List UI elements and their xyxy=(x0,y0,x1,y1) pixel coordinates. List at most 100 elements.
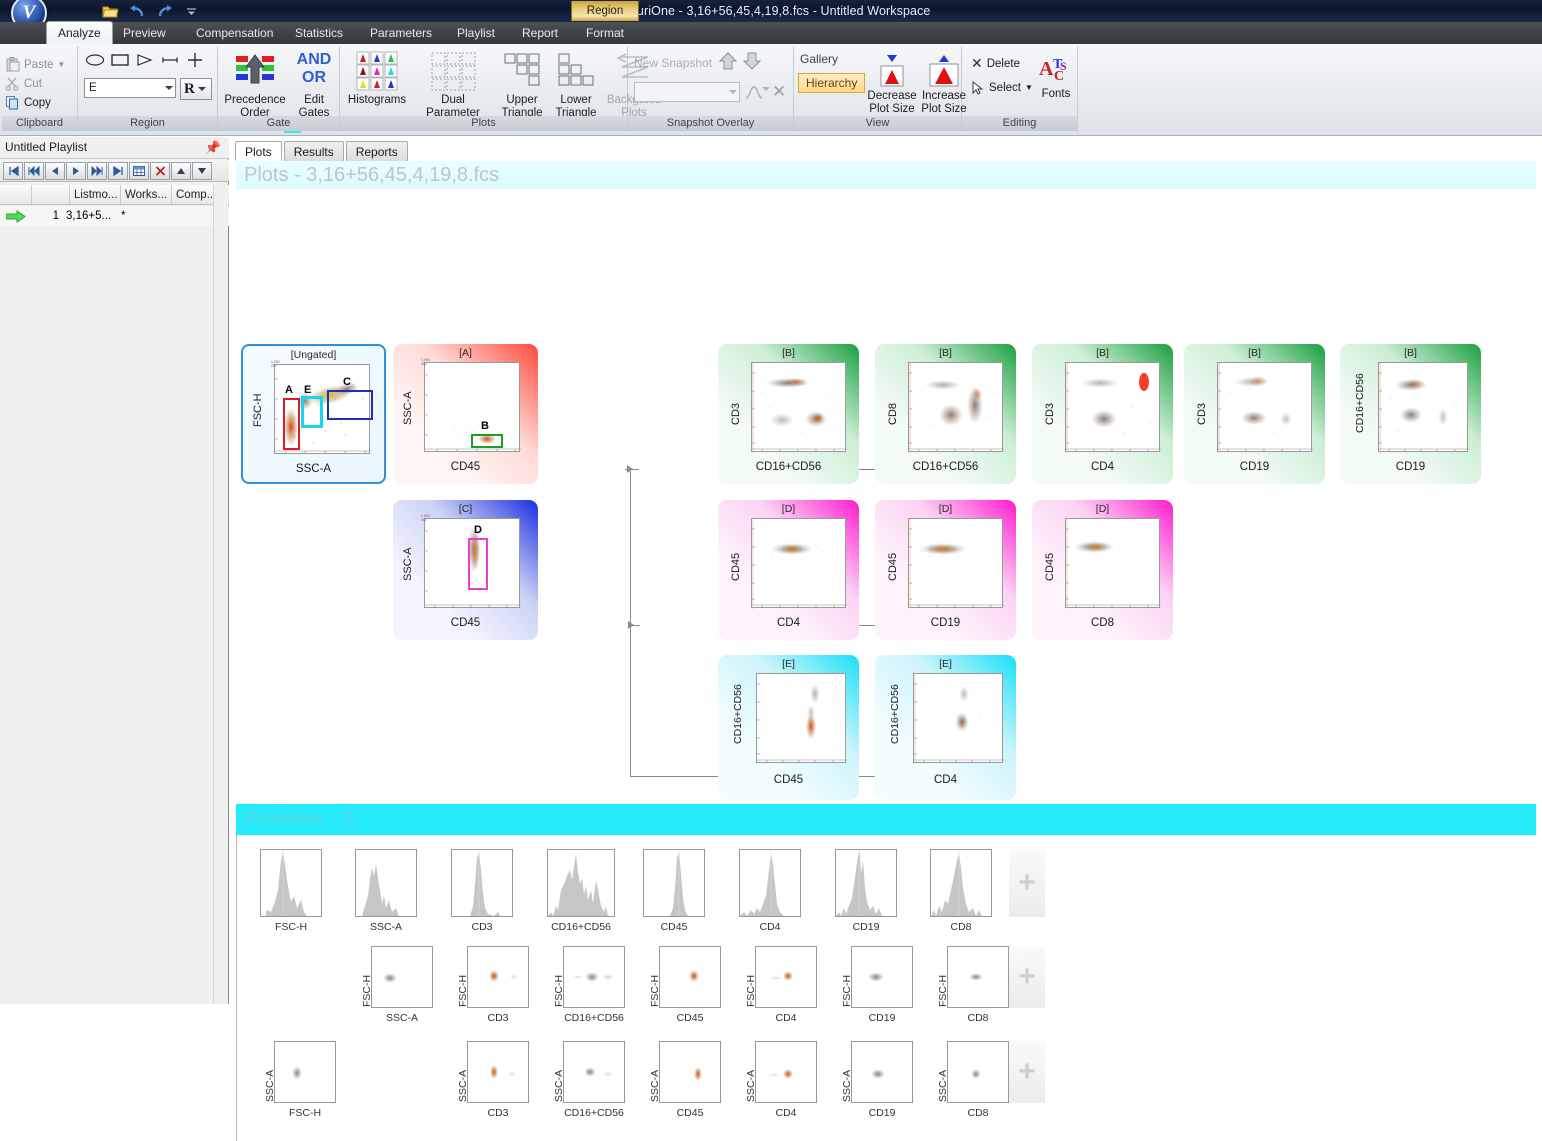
quadrant-region-icon[interactable] xyxy=(184,50,206,70)
column-header-indicator[interactable] xyxy=(0,185,32,204)
prev-record-button[interactable] xyxy=(45,161,65,180)
tab-analyze[interactable]: Analyze xyxy=(46,21,113,44)
preview-scatter-ssca-cd19[interactable]: SSC-A CD19 xyxy=(837,1041,913,1133)
preview-scatter-ssca-cd3[interactable]: SSC-A CD3 xyxy=(453,1041,529,1133)
tab-playlist[interactable]: Playlist xyxy=(446,22,506,44)
rectangle-region-icon[interactable] xyxy=(109,50,131,70)
fonts-button[interactable]: A T S C Fonts xyxy=(1036,50,1076,101)
cut-button[interactable]: Cut xyxy=(2,74,77,93)
dual-parameter-button[interactable]: Dual Parameter xyxy=(414,48,492,119)
plot-card-d2[interactable]: [D] CD45 CD19 xyxy=(875,500,1016,640)
plot-card-b5[interactable]: [B] CD16+CD56 CD19 xyxy=(1340,344,1481,484)
plot-card-e2[interactable]: [E] CD16+CD56 CD4 xyxy=(875,655,1016,800)
preview-histogram-fsch[interactable]: FSC-H xyxy=(260,849,322,939)
delete-row-button[interactable] xyxy=(150,161,170,180)
precedence-order-button[interactable]: Precedence Order xyxy=(222,50,288,119)
polygon-region-icon[interactable] xyxy=(134,50,156,70)
paste-button[interactable]: Paste ▼ xyxy=(2,55,77,74)
column-header-workspace[interactable]: Works... xyxy=(121,185,172,204)
gate-region-e[interactable] xyxy=(301,396,323,428)
last-record-button[interactable] xyxy=(108,161,128,180)
tab-statistics[interactable]: Statistics xyxy=(284,22,354,44)
column-header-index[interactable] xyxy=(32,185,70,204)
preview-histogram-cd8[interactable]: CD8 xyxy=(930,849,992,939)
snapshot-down-button[interactable] xyxy=(742,51,762,74)
region-select[interactable]: E xyxy=(84,78,176,98)
preview-scatter-fsch-cd16cd56[interactable]: FSC-H CD16+CD56 xyxy=(549,946,625,1038)
preview-scatter-ssca-cd16cd56[interactable]: SSC-A CD16+CD56 xyxy=(549,1041,625,1133)
tab-parameters[interactable]: Parameters xyxy=(359,22,443,44)
tab-results[interactable]: Results xyxy=(283,141,344,161)
tab-reports[interactable]: Reports xyxy=(345,141,408,161)
interval-region-icon[interactable] xyxy=(159,50,181,70)
gate-and-button[interactable]: AND xyxy=(292,51,336,69)
gate-region-d[interactable] xyxy=(468,538,488,590)
tab-plots[interactable]: Plots xyxy=(235,141,282,161)
preview-scatter-fsch-cd4[interactable]: FSC-H CD4 xyxy=(741,946,817,1038)
plot-card-a[interactable]: [A] B SSC-A CD45 1.000 262 xyxy=(393,344,538,484)
gate-region-c[interactable] xyxy=(327,390,373,420)
histograms-button[interactable]: Histograms xyxy=(344,48,410,107)
preview-scatter-ssca-cd8[interactable]: SSC-A CD8 xyxy=(933,1041,1009,1133)
tab-preview[interactable]: Preview xyxy=(112,22,177,44)
plot-card-b1[interactable]: [B] CD3 CD16+CD56 xyxy=(718,344,859,484)
preview-scatter-fsch-ssca[interactable]: FSC-H SSC-A xyxy=(357,946,433,1038)
snapshot-up-button[interactable] xyxy=(718,51,738,74)
preview-scatter-fsch-cd3[interactable]: FSC-H CD3 xyxy=(453,946,529,1038)
preview-histogram-cd19[interactable]: CD19 xyxy=(835,849,897,939)
snapshot-overlay-select[interactable] xyxy=(634,82,740,102)
plot-card-e1[interactable]: [E] CD16+CD56 CD45 xyxy=(718,655,859,800)
gate-region-a[interactable] xyxy=(283,398,300,450)
plot-card-d3[interactable]: [D] CD45 CD8 xyxy=(1032,500,1173,640)
preview-scatter-ssca-cd4[interactable]: SSC-A CD4 xyxy=(741,1041,817,1133)
plot-card-b4[interactable]: [B] CD3 CD19 xyxy=(1184,344,1325,484)
plot-card-ungated[interactable]: [Ungated] A E C FSC-H SSC-A 1.000 262 xyxy=(241,344,386,484)
contextual-tab-region[interactable]: Region xyxy=(571,1,639,21)
preview-histogram-ssca[interactable]: SSC-A xyxy=(355,849,417,939)
column-header-listmode[interactable]: Listmo... xyxy=(70,185,121,204)
snapshot-histogram-button[interactable] xyxy=(744,82,764,105)
tab-report[interactable]: Report xyxy=(511,22,569,44)
add-fsch-preview-button[interactable]: + xyxy=(1009,946,1045,1008)
select-button[interactable]: Select ▼ xyxy=(968,78,1036,97)
plot-card-b2[interactable]: [B] CD8 CD16+CD56 xyxy=(875,344,1016,484)
delete-button[interactable]: ✕ Delete xyxy=(968,54,1023,73)
add-ssca-preview-button[interactable]: + xyxy=(1009,1041,1045,1103)
tab-compensation[interactable]: Compensation xyxy=(185,22,284,44)
copy-button[interactable]: Copy xyxy=(2,93,77,112)
plot-card-c[interactable]: [C] D SSC-A CD45 1.000 262 xyxy=(393,500,538,640)
preview-scatter-ssca-cd45[interactable]: SSC-A CD45 xyxy=(645,1041,721,1133)
move-up-button[interactable] xyxy=(171,161,191,180)
lower-triangle-button[interactable]: Lower Triangle xyxy=(550,48,602,119)
grid-button[interactable] xyxy=(129,161,149,180)
upper-triangle-button[interactable]: Upper Triangle xyxy=(496,48,548,119)
preview-histogram-cd16cd56[interactable]: CD16+CD56 xyxy=(547,849,615,939)
preview-scatter-fsch-cd8[interactable]: FSC-H CD8 xyxy=(933,946,1009,1038)
pin-icon[interactable]: 📌 xyxy=(205,140,221,156)
gate-region-b[interactable] xyxy=(471,434,503,448)
gate-or-button[interactable]: OR xyxy=(292,69,336,87)
first-record-button[interactable] xyxy=(3,161,23,180)
preview-histogram-cd45[interactable]: CD45 xyxy=(643,849,705,939)
next-record-button[interactable] xyxy=(66,161,86,180)
tab-format[interactable]: Format xyxy=(575,22,635,44)
chevron-down-icon[interactable]: ▼ xyxy=(1025,83,1033,92)
playlist-scrollbar[interactable] xyxy=(213,185,228,1004)
prev-page-button[interactable] xyxy=(24,161,44,180)
preview-histogram-cd4[interactable]: CD4 xyxy=(739,849,801,939)
region-letter-button[interactable]: R xyxy=(180,78,301,133)
table-row[interactable]: 1 3,16+5... * xyxy=(0,206,229,226)
move-down-button[interactable] xyxy=(192,161,212,180)
ellipse-region-icon[interactable] xyxy=(84,50,106,70)
preview-histogram-cd3[interactable]: CD3 xyxy=(451,849,513,939)
plot-card-d1[interactable]: [D] CD45 CD4 xyxy=(718,500,859,640)
next-page-button[interactable] xyxy=(87,161,107,180)
plot-card-b3[interactable]: [B] CD3 CD4 xyxy=(1032,344,1173,484)
chevron-down-icon[interactable] xyxy=(762,87,770,91)
preview-scatter-fsch-cd45[interactable]: FSC-H CD45 xyxy=(645,946,721,1038)
preview-scatter-fsch-cd19[interactable]: FSC-H CD19 xyxy=(837,946,913,1038)
hierarchy-button[interactable]: Hierarchy xyxy=(798,73,866,93)
paste-dropdown-arrow[interactable]: ▼ xyxy=(57,60,65,69)
add-histogram-preview-button[interactable]: + xyxy=(1009,849,1045,917)
preview-scatter-ssca-fsch[interactable]: SSC-A FSC-H xyxy=(260,1041,336,1133)
